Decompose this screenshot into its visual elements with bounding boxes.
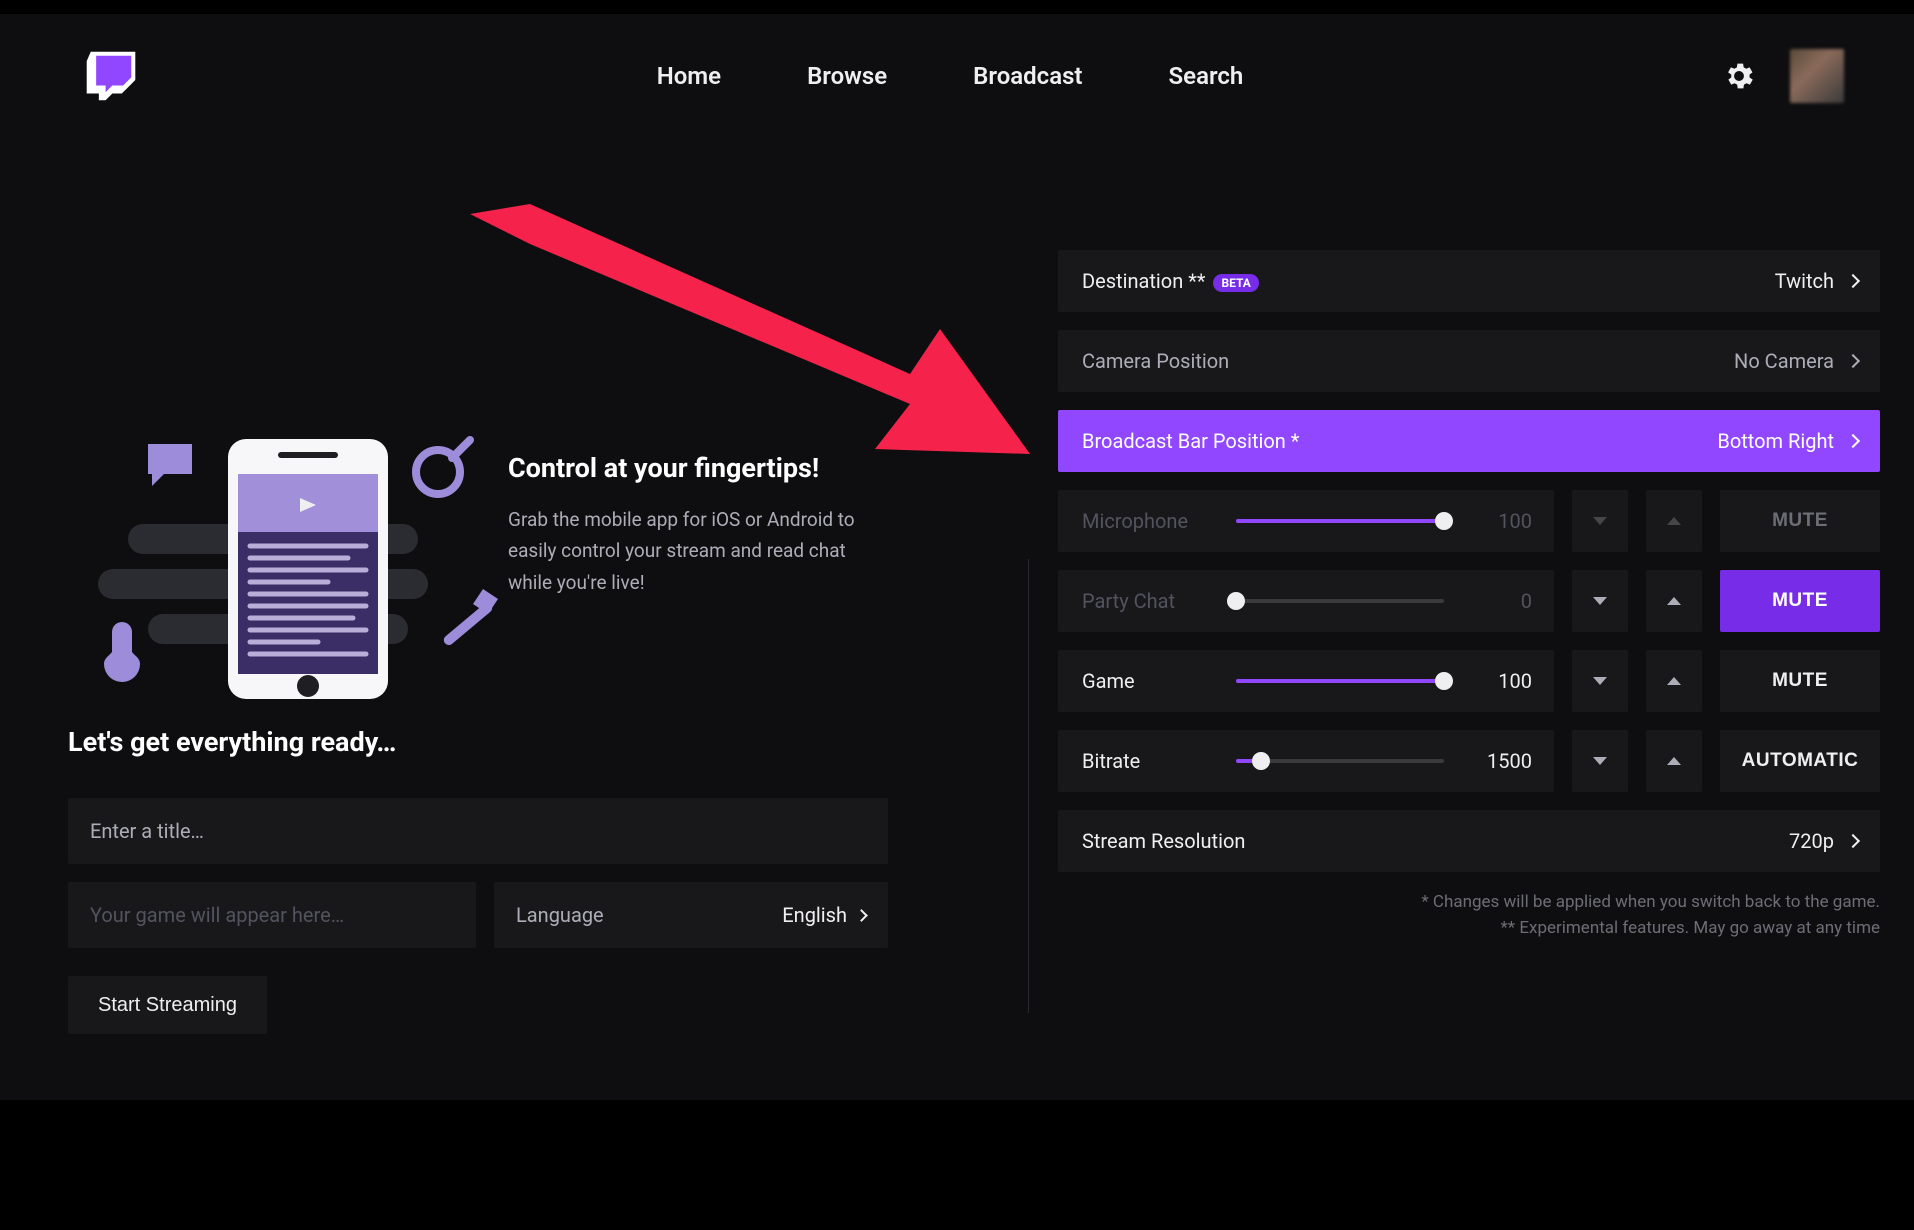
start-streaming-button[interactable]: Start Streaming <box>68 976 267 1034</box>
broadcast-bar-value: Bottom Right <box>1717 429 1834 453</box>
party-chat-slider[interactable]: Party Chat 0 <box>1058 570 1554 632</box>
app-header: Home Browse Broadcast Search <box>0 14 1914 138</box>
chevron-up-icon <box>1667 757 1681 765</box>
chevron-up-icon <box>1667 517 1681 525</box>
footnotes: * Changes will be applied when you switc… <box>1058 890 1880 941</box>
user-avatar[interactable] <box>1790 49 1844 103</box>
promo-heading: Control at your fingertips! <box>508 452 908 484</box>
column-divider <box>1028 559 1029 1013</box>
chevron-up-icon <box>1667 677 1681 685</box>
microphone-label: Microphone <box>1082 509 1230 533</box>
game-audio-value: 100 <box>1462 669 1532 693</box>
chevron-down-icon <box>1593 517 1607 525</box>
chevron-right-icon <box>1846 354 1860 368</box>
chevron-right-icon <box>855 909 868 922</box>
chevron-down-icon <box>1593 757 1607 765</box>
broadcast-bar-position-row[interactable]: Broadcast Bar Position * Bottom Right <box>1058 410 1880 472</box>
beta-badge: BETA <box>1213 274 1258 292</box>
game-audio-increase-button[interactable] <box>1646 650 1702 712</box>
bitrate-decrease-button[interactable] <box>1572 730 1628 792</box>
stream-resolution-row[interactable]: Stream Resolution 720p <box>1058 810 1880 872</box>
camera-position-label: Camera Position <box>1082 349 1229 373</box>
microphone-increase-button[interactable] <box>1646 490 1702 552</box>
chevron-right-icon <box>1846 834 1860 848</box>
party-chat-value: 0 <box>1462 589 1532 613</box>
bitrate-label: Bitrate <box>1082 749 1230 773</box>
language-select[interactable]: Language English <box>494 882 888 948</box>
destination-value: Twitch <box>1775 269 1834 293</box>
twitch-logo-icon[interactable] <box>84 49 138 103</box>
camera-position-value: No Camera <box>1734 349 1834 373</box>
party-chat-decrease-button[interactable] <box>1572 570 1628 632</box>
footnote-2: ** Experimental features. May go away at… <box>1058 916 1880 942</box>
footnote-1: * Changes will be applied when you switc… <box>1058 890 1880 916</box>
game-name-input[interactable]: Your game will appear here… <box>68 882 476 948</box>
nav-search[interactable]: Search <box>1169 62 1244 90</box>
bitrate-automatic-button[interactable]: AUTOMATIC <box>1720 730 1880 792</box>
bitrate-value: 1500 <box>1462 749 1532 773</box>
game-audio-slider[interactable]: Game 100 <box>1058 650 1554 712</box>
bitrate-slider[interactable]: Bitrate 1500 <box>1058 730 1554 792</box>
chevron-down-icon <box>1593 597 1607 605</box>
stream-resolution-label: Stream Resolution <box>1082 829 1245 853</box>
destination-label: Destination ** <box>1082 269 1205 293</box>
microphone-decrease-button[interactable] <box>1572 490 1628 552</box>
microphone-value: 100 <box>1462 509 1532 533</box>
top-nav: Home Browse Broadcast Search <box>178 62 1722 90</box>
chevron-right-icon <box>1846 274 1860 288</box>
microphone-mute-button[interactable]: MUTE <box>1720 490 1880 552</box>
chevron-up-icon <box>1667 597 1681 605</box>
microphone-slider[interactable]: Microphone 100 <box>1058 490 1554 552</box>
language-label: Language <box>516 903 604 927</box>
nav-broadcast[interactable]: Broadcast <box>973 62 1082 90</box>
stream-title-input[interactable]: Enter a title… <box>68 798 888 864</box>
game-audio-mute-button[interactable]: MUTE <box>1720 650 1880 712</box>
party-chat-label: Party Chat <box>1082 589 1230 613</box>
game-audio-label: Game <box>1082 669 1230 693</box>
mobile-app-illustration <box>68 354 528 694</box>
language-value: English <box>782 903 847 927</box>
chevron-right-icon <box>1846 434 1860 448</box>
nav-home[interactable]: Home <box>657 62 721 90</box>
chevron-down-icon <box>1593 677 1607 685</box>
destination-row[interactable]: Destination ** BETA Twitch <box>1058 250 1880 312</box>
bitrate-increase-button[interactable] <box>1646 730 1702 792</box>
party-chat-increase-button[interactable] <box>1646 570 1702 632</box>
camera-position-row[interactable]: Camera Position No Camera <box>1058 330 1880 392</box>
promo-body: Grab the mobile app for iOS or Android t… <box>508 504 868 598</box>
party-chat-mute-button[interactable]: MUTE <box>1720 570 1880 632</box>
stream-resolution-value: 720p <box>1789 829 1834 853</box>
setup-heading: Let's get everything ready… <box>68 726 888 758</box>
settings-gear-icon[interactable] <box>1722 59 1756 93</box>
broadcast-bar-label: Broadcast Bar Position * <box>1082 429 1299 453</box>
nav-browse[interactable]: Browse <box>807 62 887 90</box>
game-audio-decrease-button[interactable] <box>1572 650 1628 712</box>
